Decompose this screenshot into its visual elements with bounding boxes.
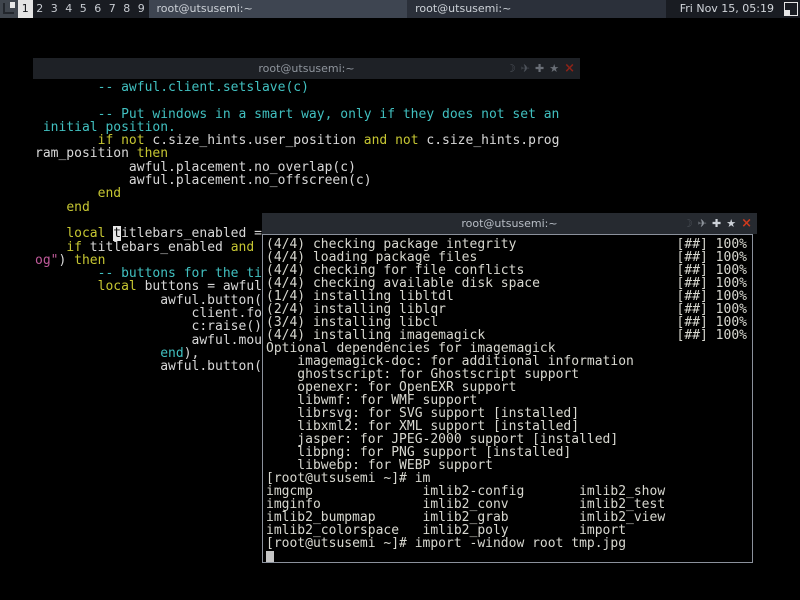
tag-7[interactable]: 7	[105, 0, 120, 18]
tag-2[interactable]: 2	[33, 0, 48, 18]
code-line: awful.placement.no_offscreen(c)	[35, 174, 580, 187]
code-line: ram_position then	[35, 147, 580, 160]
tag-5[interactable]: 5	[76, 0, 91, 18]
floating-icon[interactable]: ☽	[683, 218, 693, 229]
progress-indicator: [##] 100%	[677, 329, 752, 342]
sticky-icon[interactable]: ✚	[535, 63, 544, 74]
code-segment: and	[364, 133, 387, 148]
tag-9[interactable]: 9	[134, 0, 149, 18]
window-shell: root@utsusemi:~ ☽ ✈ ✚ ★ × (4/4) checking pac…	[262, 213, 757, 566]
floating-icon[interactable]: ☽	[506, 63, 516, 74]
window-shell-title: root@utsusemi:~	[461, 217, 557, 230]
tag-3[interactable]: 3	[47, 0, 62, 18]
code-segment: awful.button(	[35, 359, 262, 374]
maximize-icon[interactable]: ✈	[698, 218, 707, 229]
code-line: end	[35, 187, 580, 200]
close-icon[interactable]: ×	[564, 62, 575, 75]
terminal-text: [root@utsusemi ~]# import -window root t…	[266, 537, 626, 550]
taskbar-item-shell[interactable]: root@utsusemi:~	[407, 0, 666, 18]
code-segment	[254, 240, 262, 255]
ontop-icon[interactable]: ★	[549, 63, 559, 74]
code-segment: c.size_hints.user_position	[145, 133, 364, 148]
code-line: initial position.	[35, 121, 580, 134]
tag-1[interactable]: 1	[18, 0, 33, 18]
clock: Fri Nov 15, 05:19	[666, 0, 782, 18]
sticky-icon[interactable]: ✚	[712, 218, 721, 229]
close-icon[interactable]: ×	[741, 217, 752, 230]
taskbar-item-vim[interactable]: root@utsusemi:~	[149, 0, 408, 18]
awesome-menu-icon[interactable]	[0, 0, 18, 18]
awesome-logo-dot	[10, 2, 15, 8]
layout-icon-square	[784, 10, 790, 16]
code-line: end	[35, 201, 580, 214]
shell-terminal-border: (4/4) checking package integrity[##] 100…	[262, 234, 753, 563]
code-segment: -- awful.client.setslave(c)	[35, 80, 309, 95]
code-line: -- Put windows in a smart way, only if t…	[35, 108, 580, 121]
terminal-line	[266, 550, 752, 563]
code-segment: end	[66, 200, 89, 215]
tasklist: root@utsusemi:~ root@utsusemi:~	[149, 0, 666, 18]
layout-floating-icon[interactable]	[782, 0, 800, 18]
shell-cursor	[266, 551, 274, 563]
code-segment: c.size_hints.prog	[419, 133, 560, 148]
window-shell-titlebar[interactable]: root@utsusemi:~ ☽ ✈ ✚ ★ ×	[262, 213, 757, 234]
terminal-line: [root@utsusemi ~]# import -window root t…	[266, 537, 752, 550]
code-line	[35, 94, 580, 107]
code-segment	[387, 133, 395, 148]
tag-4[interactable]: 4	[62, 0, 77, 18]
code-line: -- awful.client.setslave(c)	[35, 81, 580, 94]
code-segment: and	[231, 240, 254, 255]
maximize-icon[interactable]: ✈	[521, 63, 530, 74]
tag-6[interactable]: 6	[91, 0, 106, 18]
window-vim-title: root@utsusemi:~	[258, 62, 354, 75]
code-line: awful.placement.no_overlap(c)	[35, 161, 580, 174]
code-line: if not c.size_hints.user_position and no…	[35, 134, 580, 147]
top-bar: 123456789 root@utsusemi:~ root@utsusemi:…	[0, 0, 800, 18]
code-segment: end	[98, 186, 121, 201]
shell-terminal-content[interactable]: (4/4) checking package integrity[##] 100…	[263, 235, 752, 563]
code-segment: not	[395, 133, 418, 148]
window-vim-titlebar[interactable]: root@utsusemi:~ ☽ ✈ ✚ ★ ×	[33, 58, 580, 79]
taglist: 123456789	[18, 0, 149, 18]
ontop-icon[interactable]: ★	[726, 218, 736, 229]
window-shell-buttons: ☽ ✈ ✚ ★ ×	[683, 213, 752, 234]
tag-8[interactable]: 8	[120, 0, 135, 18]
window-vim-buttons: ☽ ✈ ✚ ★ ×	[506, 58, 575, 79]
